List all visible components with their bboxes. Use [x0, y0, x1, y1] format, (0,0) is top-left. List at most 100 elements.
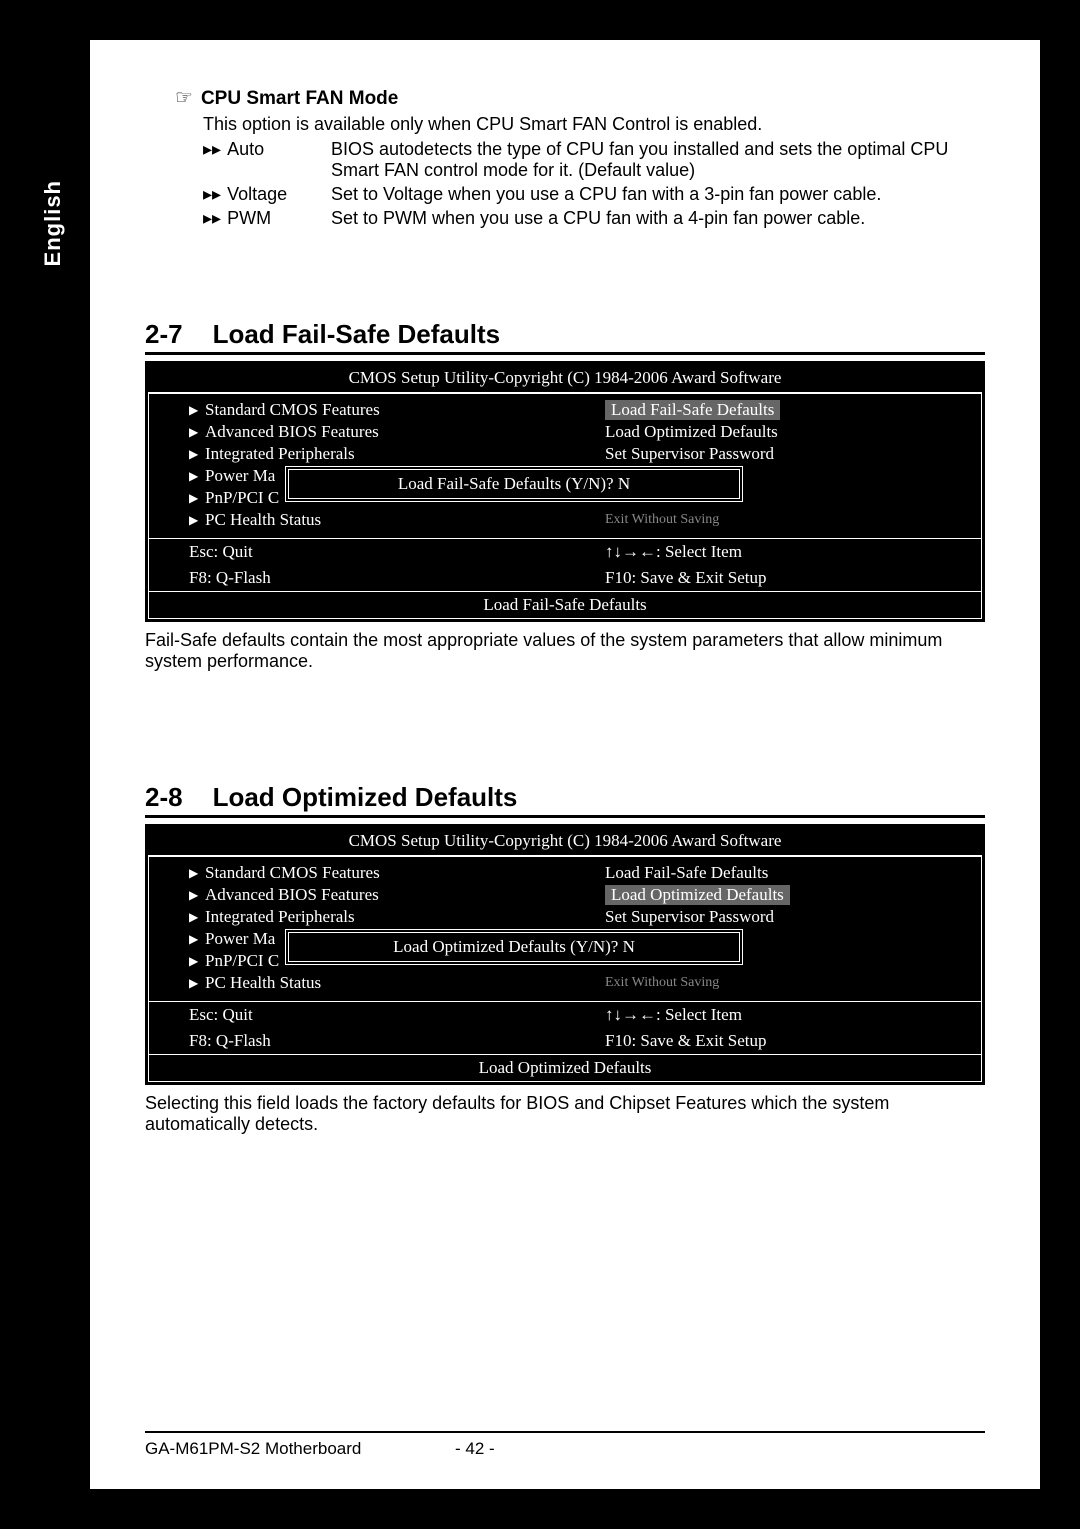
bios-footer-esc: Esc: Quit — [149, 542, 565, 562]
bios-menu-item: Load Optimized Defaults — [605, 422, 961, 442]
double-arrow-icon: ▸▸ — [203, 139, 221, 159]
bios-dialog: Load Optimized Defaults (Y/N)? N — [285, 929, 743, 965]
bios-screenshot: CMOS Setup Utility-Copyright (C) 1984-20… — [145, 824, 985, 1085]
bios-status-line: Load Fail-Safe Defaults — [149, 591, 981, 618]
section-description: Fail-Safe defaults contain the most appr… — [145, 630, 985, 672]
bios-item-label: Power Ma — [205, 929, 275, 949]
option-value-label: Voltage — [227, 184, 287, 204]
bios-footer-select: ↑↓→←: Select Item — [565, 1005, 981, 1025]
bios-menu-item: Set Supervisor Password — [605, 907, 961, 927]
triangle-icon: ▶ — [189, 447, 205, 462]
bios-menu-item: ▶Integrated Peripherals — [189, 907, 545, 927]
footer-page-number: - 42 - — [455, 1439, 495, 1459]
bios-menu-item: Load Optimized Defaults — [605, 885, 961, 905]
section-description: Selecting this field loads the factory d… — [145, 1093, 985, 1135]
double-arrow-icon: ▸▸ — [203, 184, 221, 204]
section-heading: 2-7 Load Fail-Safe Defaults — [145, 319, 985, 355]
bios-item-label: Standard CMOS Features — [205, 863, 380, 883]
bios-screenshot: CMOS Setup Utility-Copyright (C) 1984-20… — [145, 361, 985, 622]
bios-item-label: Exit Without Saving — [605, 975, 719, 991]
option-row: ▸▸ PWM Set to PWM when you use a CPU fan w… — [203, 208, 985, 229]
footer-model: GA-M61PM-S2 Motherboard — [145, 1439, 455, 1459]
bios-item-label: Integrated Peripherals — [205, 907, 355, 927]
bios-menu-item: ▶Integrated Peripherals — [189, 444, 545, 464]
bios-footer: F8: Q-FlashF10: Save & Exit Setup — [149, 1028, 981, 1054]
triangle-icon: ▶ — [189, 866, 205, 881]
option-value-text: Set to Voltage when you use a CPU fan wi… — [331, 184, 985, 205]
triangle-icon: ▶ — [189, 513, 205, 528]
bios-item-label: PC Health Status — [205, 973, 321, 993]
bios-item-label: PC Health Status — [205, 510, 321, 530]
bios-footer-f8: F8: Q-Flash — [149, 568, 565, 588]
bios-menu-item: Load Fail-Safe Defaults — [605, 400, 961, 420]
bios-menu-item: ▶Standard CMOS Features — [189, 863, 545, 883]
manual-page: English ☞CPU Smart FAN Mode This option … — [90, 40, 1040, 1489]
section-number: 2-8 — [145, 782, 183, 812]
bios-dialog: Load Fail-Safe Defaults (Y/N)? N — [285, 466, 743, 502]
bios-menu-item: ▶PC Health Status — [189, 510, 545, 530]
bios-item-label: PnP/PCI C — [205, 951, 279, 971]
section-number: 2-7 — [145, 319, 183, 349]
option-description: This option is available only when CPU S… — [203, 114, 985, 135]
sigma-icon: ☞ — [175, 87, 193, 109]
bios-menu-item: Set Supervisor Password — [605, 444, 961, 464]
bios-item-label: Power Ma — [205, 466, 275, 486]
bios-item-label: Advanced BIOS Features — [205, 885, 379, 905]
bios-item-label: Set Supervisor Password — [605, 444, 774, 464]
bios-footer-f10: F10: Save & Exit Setup — [565, 1031, 981, 1051]
bios-menu-item: ▶Advanced BIOS Features — [189, 885, 545, 905]
bios-dialog-text: Load Optimized Defaults (Y/N)? N — [288, 932, 740, 962]
bios-footer: Esc: Quit↑↓→←: Select Item — [149, 538, 981, 565]
option-heading: ☞ CPU Smart FAN Mode — [175, 85, 985, 110]
bios-item-label: Integrated Peripherals — [205, 444, 355, 464]
option-value-label: Auto — [227, 139, 264, 159]
bios-footer-f8: F8: Q-Flash — [149, 1031, 565, 1051]
triangle-icon: ▶ — [189, 954, 205, 969]
triangle-icon: ▶ — [189, 425, 205, 440]
bios-dialog-text: Load Fail-Safe Defaults (Y/N)? N — [288, 469, 740, 499]
language-tab: English — [30, 90, 76, 356]
section-heading: 2-8 Load Optimized Defaults — [145, 782, 985, 818]
option-row: ▸▸ Voltage Set to Voltage when you use a C… — [203, 184, 985, 205]
bios-footer-f10: F10: Save & Exit Setup — [565, 568, 981, 588]
option-value-text: Set to PWM when you use a CPU fan with a… — [331, 208, 985, 229]
page-footer: GA-M61PM-S2 Motherboard - 42 - — [145, 1431, 985, 1459]
triangle-icon: ▶ — [189, 932, 205, 947]
bios-item-label: Load Optimized Defaults — [605, 885, 790, 905]
bios-item-label: Load Fail-Safe Defaults — [605, 863, 768, 883]
bios-footer: Esc: Quit↑↓→←: Select Item — [149, 1001, 981, 1028]
bios-item-label: Set Supervisor Password — [605, 907, 774, 927]
triangle-icon: ▶ — [189, 469, 205, 484]
bios-footer: F8: Q-FlashF10: Save & Exit Setup — [149, 565, 981, 591]
bios-title: CMOS Setup Utility-Copyright (C) 1984-20… — [148, 827, 982, 856]
bios-menu-item: Exit Without Saving — [605, 973, 961, 993]
triangle-icon: ▶ — [189, 888, 205, 903]
bios-item-label: Advanced BIOS Features — [205, 422, 379, 442]
option-value-label: PWM — [227, 208, 271, 228]
bios-status-line: Load Optimized Defaults — [149, 1054, 981, 1081]
cpu-smart-fan-block: ☞ CPU Smart FAN Mode This option is avail… — [175, 85, 985, 229]
bios-item-label: PnP/PCI C — [205, 488, 279, 508]
triangle-icon: ▶ — [189, 403, 205, 418]
section-title: Load Optimized Defaults — [213, 782, 518, 812]
bios-footer-esc: Esc: Quit — [149, 1005, 565, 1025]
bios-menu-item: Load Fail-Safe Defaults — [605, 863, 961, 883]
option-title: CPU Smart FAN Mode — [201, 88, 398, 109]
triangle-icon: ▶ — [189, 491, 205, 506]
bios-item-label: Standard CMOS Features — [205, 400, 380, 420]
bios-footer-select: ↑↓→←: Select Item — [565, 542, 981, 562]
bios-title: CMOS Setup Utility-Copyright (C) 1984-20… — [148, 364, 982, 393]
bios-menu-item: Exit Without Saving — [605, 510, 961, 530]
bios-item-label: Exit Without Saving — [605, 512, 719, 528]
section-title: Load Fail-Safe Defaults — [213, 319, 501, 349]
double-arrow-icon: ▸▸ — [203, 208, 221, 228]
bios-item-label: Load Optimized Defaults — [605, 422, 778, 442]
triangle-icon: ▶ — [189, 910, 205, 925]
bios-menu-item: ▶Standard CMOS Features — [189, 400, 545, 420]
bios-menu-item: ▶Advanced BIOS Features — [189, 422, 545, 442]
bios-item-label: Load Fail-Safe Defaults — [605, 400, 780, 420]
option-row: ▸▸ Auto BIOS autodetects the type of CPU f… — [203, 139, 985, 181]
bios-menu-item: ▶PC Health Status — [189, 973, 545, 993]
triangle-icon: ▶ — [189, 976, 205, 991]
option-value-text: BIOS autodetects the type of CPU fan you… — [331, 139, 985, 181]
